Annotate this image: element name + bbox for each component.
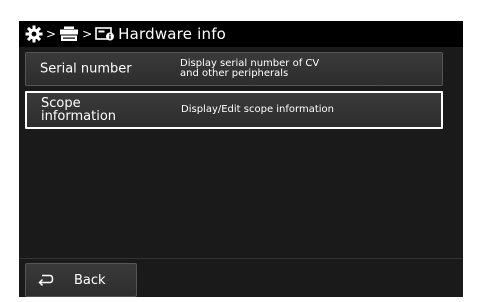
back-button[interactable]: Back — [25, 263, 137, 297]
processor-icon[interactable] — [59, 26, 79, 42]
serial-number-button[interactable]: Serial number Display serial number of C… — [25, 52, 443, 86]
scope-information-button[interactable]: Scope information Display/Edit scope inf… — [25, 91, 443, 129]
breadcrumb-separator: > — [46, 27, 57, 41]
screen: > > Hardware info Serial number Display … — [19, 21, 463, 297]
scope-information-label: Scope information — [41, 96, 117, 124]
hardware-info-icon[interactable] — [95, 27, 115, 41]
back-label: Back — [74, 272, 106, 288]
serial-number-description: Display serial number of CV and other pe… — [180, 58, 320, 79]
return-arrow-icon — [38, 273, 54, 287]
gear-icon[interactable] — [25, 25, 43, 43]
scope-information-description: Display/Edit scope information — [181, 104, 334, 115]
footer-divider — [19, 258, 463, 259]
serial-number-label: Serial number — [40, 61, 132, 77]
breadcrumb-separator: > — [82, 27, 93, 41]
page-title: Hardware info — [118, 25, 227, 43]
header-breadcrumb: > > Hardware info — [19, 21, 463, 47]
